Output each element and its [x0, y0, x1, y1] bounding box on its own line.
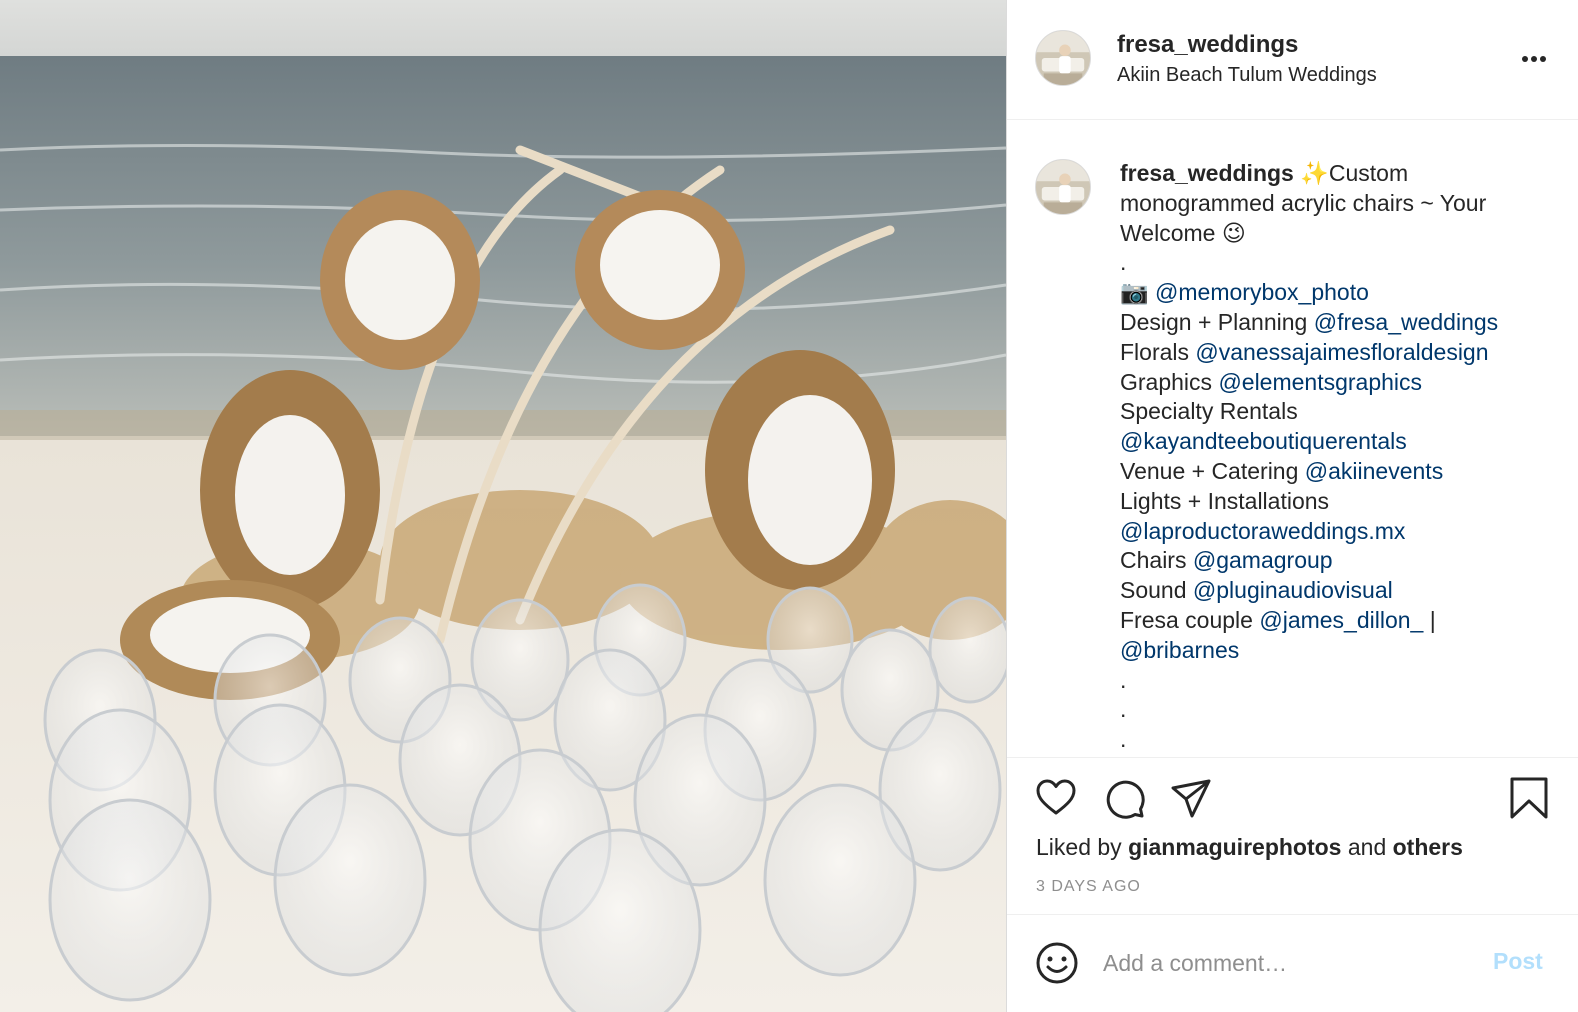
post-actions: Liked by gianmaguirephotos and others 3 …	[1007, 757, 1578, 915]
post-caption: fresa_weddings ✨Custom monogrammed acryl…	[1120, 159, 1550, 755]
share-icon[interactable]	[1169, 776, 1213, 820]
post-timestamp[interactable]: 3 DAYS AGO	[1036, 878, 1141, 896]
caption-line: .	[1120, 696, 1127, 723]
mention-link[interactable]: @elementsgraphics	[1218, 369, 1422, 395]
caption-text: Florals	[1120, 338, 1196, 365]
avatar-image	[1036, 31, 1090, 85]
caption-line: Sound @pluginaudiovisual	[1120, 576, 1550, 606]
avatar[interactable]	[1035, 30, 1091, 86]
bookmark-icon[interactable]	[1507, 776, 1551, 820]
caption-text: Graphics	[1120, 368, 1219, 395]
likes-summary: Liked by gianmaguirephotos and others	[1036, 834, 1463, 861]
mention-link[interactable]: @gamagroup	[1193, 547, 1333, 573]
caption-line: @laproductoraweddings.mx	[1120, 517, 1550, 547]
caption-line: @kayandteeboutiquerentals	[1120, 427, 1550, 457]
mention-link[interactable]: @vanessajaimesfloraldesign	[1195, 339, 1488, 365]
caption-line: .	[1120, 249, 1127, 276]
post-location[interactable]: Akiin Beach Tulum Weddings	[1117, 64, 1377, 87]
add-comment-bar: Post	[1007, 915, 1578, 1012]
mention-link[interactable]: @kayandteeboutiquerentals	[1120, 428, 1407, 454]
caption-line: Graphics @elementsgraphics	[1120, 368, 1550, 398]
instagram-post: fresa_weddings Akiin Beach Tulum Wedding…	[0, 0, 1578, 1012]
caption-line: Fresa couple @james_dillon_ |	[1120, 606, 1550, 636]
post-header: fresa_weddings Akiin Beach Tulum Wedding…	[1007, 0, 1578, 120]
caption-line: Specialty Rentals	[1120, 398, 1298, 425]
mention-link[interactable]: @fresa_weddings	[1314, 309, 1498, 335]
caption-line: monogrammed acrylic chairs ~ Your	[1120, 189, 1487, 216]
heart-icon[interactable]	[1034, 776, 1078, 820]
caption-line: Design + Planning @fresa_weddings	[1120, 308, 1550, 338]
caption-text: ✨Custom	[1300, 160, 1409, 186]
post-sidebar: fresa_weddings Akiin Beach Tulum Wedding…	[1006, 0, 1578, 1012]
post-comment-button[interactable]: Post	[1493, 948, 1543, 975]
avatar-image	[1036, 160, 1090, 214]
caption-line: Chairs @gamagroup	[1120, 546, 1550, 576]
caption-line: .	[1120, 726, 1127, 753]
caption-text: Venue + Catering	[1120, 457, 1305, 484]
caption-text: Chairs	[1120, 547, 1193, 574]
caption-line: Venue + Catering @akiinevents	[1120, 457, 1550, 487]
comments-area[interactable]: fresa_weddings ✨Custom monogrammed acryl…	[1007, 121, 1578, 757]
mention-link[interactable]: @akiinevents	[1305, 458, 1443, 484]
caption-text: |	[1423, 606, 1436, 633]
likes-others-link[interactable]: others	[1393, 834, 1463, 860]
mention-link[interactable]: @james_dillon_	[1259, 607, 1423, 633]
camera-emoji: 📷	[1120, 279, 1156, 306]
smiley-icon[interactable]	[1035, 941, 1079, 985]
post-photo[interactable]	[0, 0, 1006, 1012]
caption-line: fresa_weddings ✨Custom	[1120, 159, 1550, 189]
caption-text: Fresa couple	[1120, 606, 1260, 633]
caption-line: Welcome 😉	[1120, 219, 1246, 246]
comment-icon[interactable]	[1102, 776, 1146, 820]
likes-middle: and	[1341, 834, 1393, 860]
more-horizontal-icon[interactable]	[1519, 44, 1549, 74]
photo-illustration	[0, 0, 1006, 1012]
caption-line: 📷 @memorybox_photo	[1120, 278, 1550, 308]
caption-avatar[interactable]	[1035, 159, 1091, 215]
mention-link[interactable]: @pluginaudiovisual	[1193, 577, 1393, 603]
liked-by-user[interactable]: gianmaguirephotos	[1128, 834, 1341, 860]
caption-line: .	[1120, 666, 1127, 693]
caption-line: Florals @vanessajaimesfloraldesign	[1120, 338, 1550, 368]
likes-prefix: Liked by	[1036, 834, 1129, 860]
caption-line: @bribarnes	[1120, 636, 1550, 666]
caption-text: Sound	[1120, 577, 1193, 604]
mention-link[interactable]: @laproductoraweddings.mx	[1120, 518, 1405, 544]
comment-input[interactable]	[1103, 943, 1473, 983]
caption-text: Design + Planning	[1120, 308, 1314, 335]
caption-line: Lights + Installations	[1120, 487, 1330, 514]
mention-link[interactable]: @memorybox_photo	[1155, 279, 1369, 305]
caption-username[interactable]: fresa_weddings	[1120, 160, 1294, 186]
post-author-username[interactable]: fresa_weddings	[1117, 31, 1298, 59]
mention-link[interactable]: @bribarnes	[1120, 637, 1239, 663]
